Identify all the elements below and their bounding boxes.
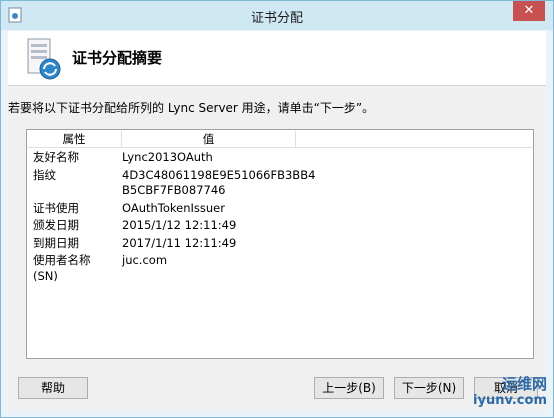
list-row[interactable]: 使用者名称(SN) juc.com [27,253,533,283]
column-header-property[interactable]: 属性 [27,131,122,147]
watermark: 运维网 iyunv.com [431,371,551,415]
certificate-server-icon [27,38,61,80]
property-value: OAuthTokenIssuer [122,200,225,215]
property-name: 颁发日期 [33,218,79,232]
close-icon: ✕ [523,3,535,18]
title-bar[interactable]: 证书分配 ✕ [1,1,553,30]
list-row[interactable]: 指纹 4D3C48061198E9E51066FB3BB4 B5CBF7FB08… [27,168,533,201]
property-name: 到期日期 [33,235,79,250]
property-name: 指纹 [33,167,56,182]
list-header: 属性 值 [27,130,533,148]
list-row[interactable]: 到期日期 2017/1/11 12:11:49 [27,236,533,254]
list-row[interactable]: 友好名称 Lync2013OAuth [27,150,533,168]
window-title: 证书分配 [250,11,303,26]
dialog-window: 证书分配 ✕ 证书分配摘要 若要将以下证书分配给所列的 Lync Server … [0,0,554,418]
property-value: 2015/1/12 12:11:49 [122,218,237,232]
list-row[interactable]: 证书使用 OAuthTokenIssuer [27,201,533,219]
property-value: juc.com [122,253,168,267]
instruction-text: 若要将以下证书分配给所列的 Lync Server 用途，请单击“下一步”。 [8,101,375,115]
property-name: 使用者名称(SN) [33,253,91,283]
page-title: 证书分配摘要 [72,49,163,67]
properties-list[interactable]: 属性 值 友好名称 Lync2013OAuth 指纹 4D3C48061198E… [26,129,534,359]
list-row[interactable]: 颁发日期 2015/1/12 12:11:49 [27,218,533,236]
help-button[interactable]: 帮助 [18,377,88,399]
property-value: 2017/1/11 12:11:49 [122,235,237,250]
property-value: 4D3C48061198E9E51066FB3BB4 B5CBF7FB08774… [122,167,316,198]
property-value: Lync2013OAuth [122,150,213,164]
header-panel: 证书分配摘要 [8,31,546,86]
list-rows: 友好名称 Lync2013OAuth 指纹 4D3C48061198E9E510… [27,150,533,283]
column-header-empty [296,131,532,147]
dialog-content: 证书分配摘要 若要将以下证书分配给所列的 Lync Server 用途，请单击“… [8,31,546,411]
watermark-top-text: 运维网 [501,375,547,393]
property-name: 证书使用 [33,200,79,215]
watermark-bottom-text: iyunv.com [473,393,547,408]
property-name: 友好名称 [33,150,79,164]
column-header-value[interactable]: 值 [122,131,296,147]
close-button[interactable]: ✕ [513,1,545,21]
previous-button[interactable]: 上一步(B) [314,377,384,399]
